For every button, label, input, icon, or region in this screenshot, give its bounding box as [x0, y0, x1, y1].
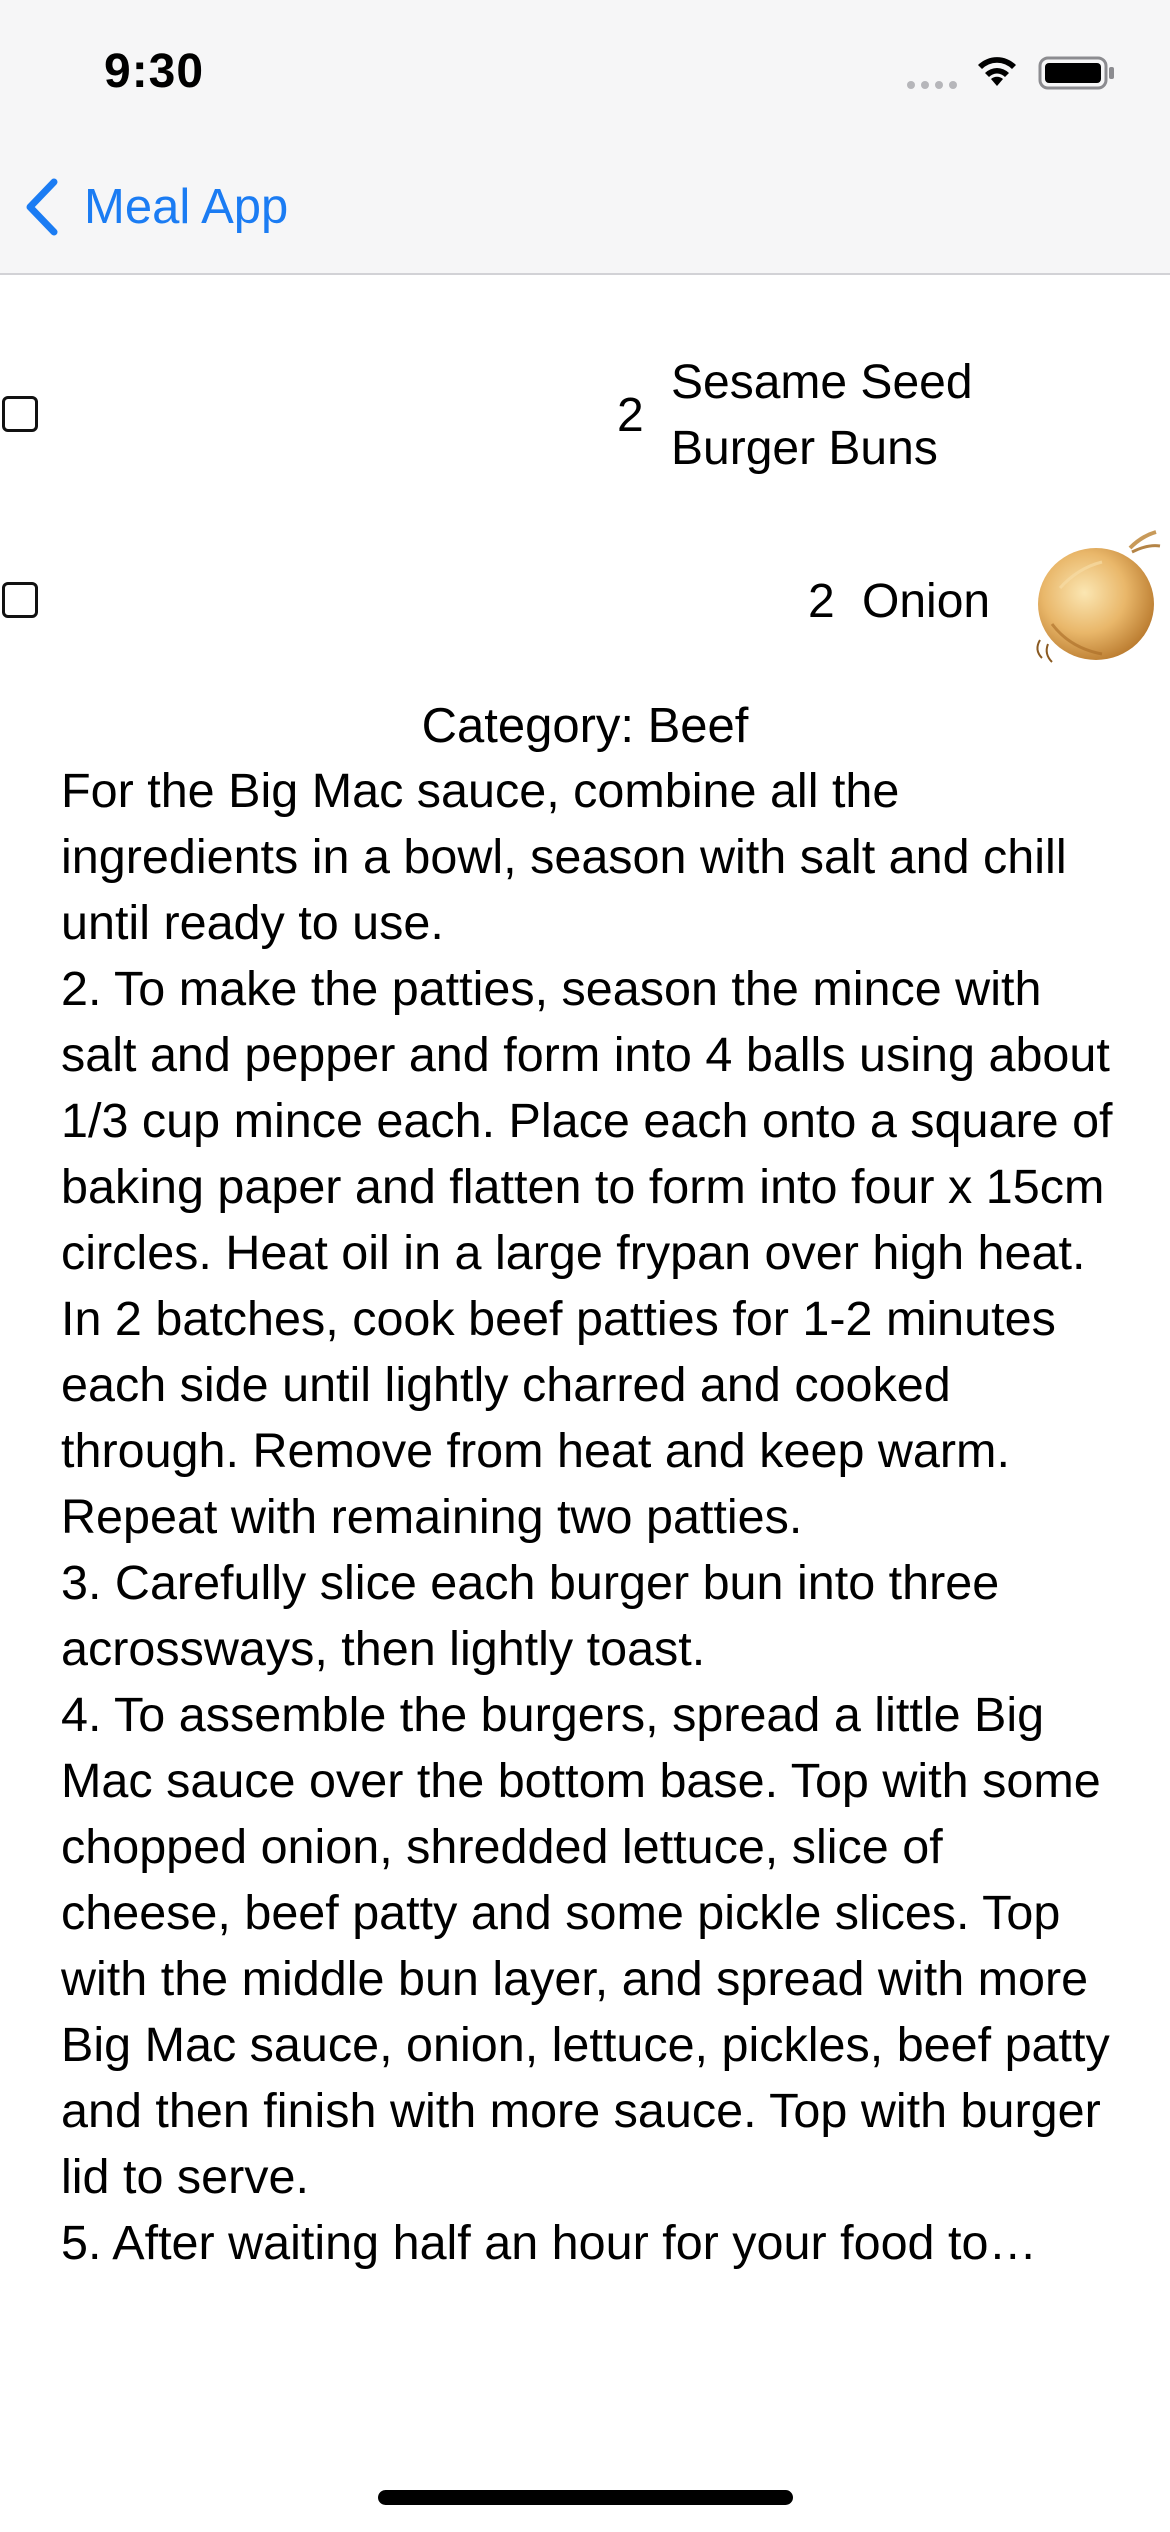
cellular-signal-icon	[907, 81, 957, 89]
battery-icon	[1038, 56, 1114, 90]
ingredient-name: Onion	[862, 575, 991, 628]
navigation-bar: 9:30 Meal App	[0, 0, 1170, 275]
ingredient-quantity: 2	[617, 389, 644, 442]
meal-detail-screen: 9:30 Meal App 2 Sesame Seed Burger Buns	[0, 0, 1170, 2532]
status-time: 9:30	[104, 45, 205, 98]
instructions-text: For the Big Mac sauce, combine all the i…	[61, 764, 1113, 2270]
home-indicator[interactable]	[378, 2490, 793, 2505]
category-label: Category: Beef	[421, 699, 749, 753]
wifi-icon	[978, 57, 1016, 86]
ingredient-name-line: Sesame Seed	[671, 356, 973, 409]
chevron-left-icon	[26, 178, 58, 236]
back-button[interactable]: Meal App	[22, 172, 288, 242]
ingredient-checkbox[interactable]	[2, 396, 38, 432]
back-button-label: Meal App	[84, 180, 289, 234]
ingredient-name-line: Burger Buns	[671, 422, 938, 475]
ingredient-checkbox[interactable]	[2, 582, 38, 618]
onion-image	[1036, 530, 1161, 663]
ingredient-quantity: 2	[808, 575, 835, 628]
